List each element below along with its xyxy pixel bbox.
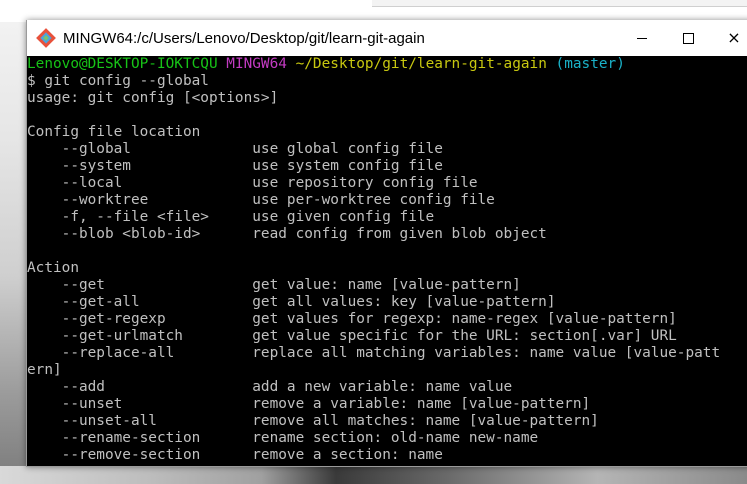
output-line: --blob <blob-id> read config from given … xyxy=(27,226,547,242)
prompt-path: ~/Desktop/git/learn-git-again xyxy=(295,56,547,72)
output-line: --system use system config file xyxy=(27,158,443,174)
prompt-user-host: Lenovo@DESKTOP-IOKTCQU xyxy=(27,56,218,72)
prompt-line: Lenovo@DESKTOP-IOKTCQU MINGW64 ~/Desktop… xyxy=(27,56,747,73)
minimize-button[interactable] xyxy=(619,20,665,56)
output-line: -f, --file <file> use given config file xyxy=(27,209,435,225)
prompt-branch: (master) xyxy=(555,56,625,72)
output-line: --global use global config file xyxy=(27,141,443,157)
output-line: ern] xyxy=(27,362,62,378)
close-button[interactable]: × xyxy=(711,20,747,56)
title-bar[interactable]: MINGW64:/c/Users/Lenovo/Desktop/git/lear… xyxy=(27,20,747,56)
output-line: --replace-all replace all matching varia… xyxy=(27,345,721,361)
window-title: MINGW64:/c/Users/Lenovo/Desktop/git/lear… xyxy=(63,29,425,47)
output-line: --local use repository config file xyxy=(27,175,478,191)
close-icon: × xyxy=(727,28,741,47)
desktop-background-bottom xyxy=(0,466,747,484)
output-line: --get-urlmatch get value specific for th… xyxy=(27,328,677,344)
output-line: usage: git config [<options>] xyxy=(27,90,279,106)
command-line: $ git config --global xyxy=(27,73,209,89)
output-line: --unset-all remove all matches: name [va… xyxy=(27,413,599,429)
output-line: --worktree use per-worktree config file xyxy=(27,192,495,208)
background-window-edge xyxy=(372,0,747,7)
output-line: --remove-section remove a section: name xyxy=(27,447,443,463)
minimize-icon xyxy=(637,37,647,39)
output-line: --unset remove a variable: name [value-p… xyxy=(27,396,591,412)
output-line: --rename-section rename section: old-nam… xyxy=(27,430,539,446)
maximize-button[interactable] xyxy=(665,20,711,56)
terminal-output[interactable]: Lenovo@DESKTOP-IOKTCQU MINGW64 ~/Desktop… xyxy=(27,56,747,466)
git-bash-icon xyxy=(36,28,56,48)
desktop-background-left xyxy=(0,22,26,484)
output-line: Action xyxy=(27,260,79,276)
output-line: --add add a new variable: name value xyxy=(27,379,513,395)
prompt-shell: MINGW64 xyxy=(226,56,287,72)
output-line: --get-all get all values: key [value-pat… xyxy=(27,294,556,310)
maximize-icon xyxy=(682,32,694,44)
output-line: --get get value: name [value-pattern] xyxy=(27,277,521,293)
output-line: Config file location xyxy=(27,124,201,140)
git-bash-window[interactable]: MINGW64:/c/Users/Lenovo/Desktop/git/lear… xyxy=(26,20,747,467)
output-line: --get-regexp get values for regexp: name… xyxy=(27,311,677,327)
